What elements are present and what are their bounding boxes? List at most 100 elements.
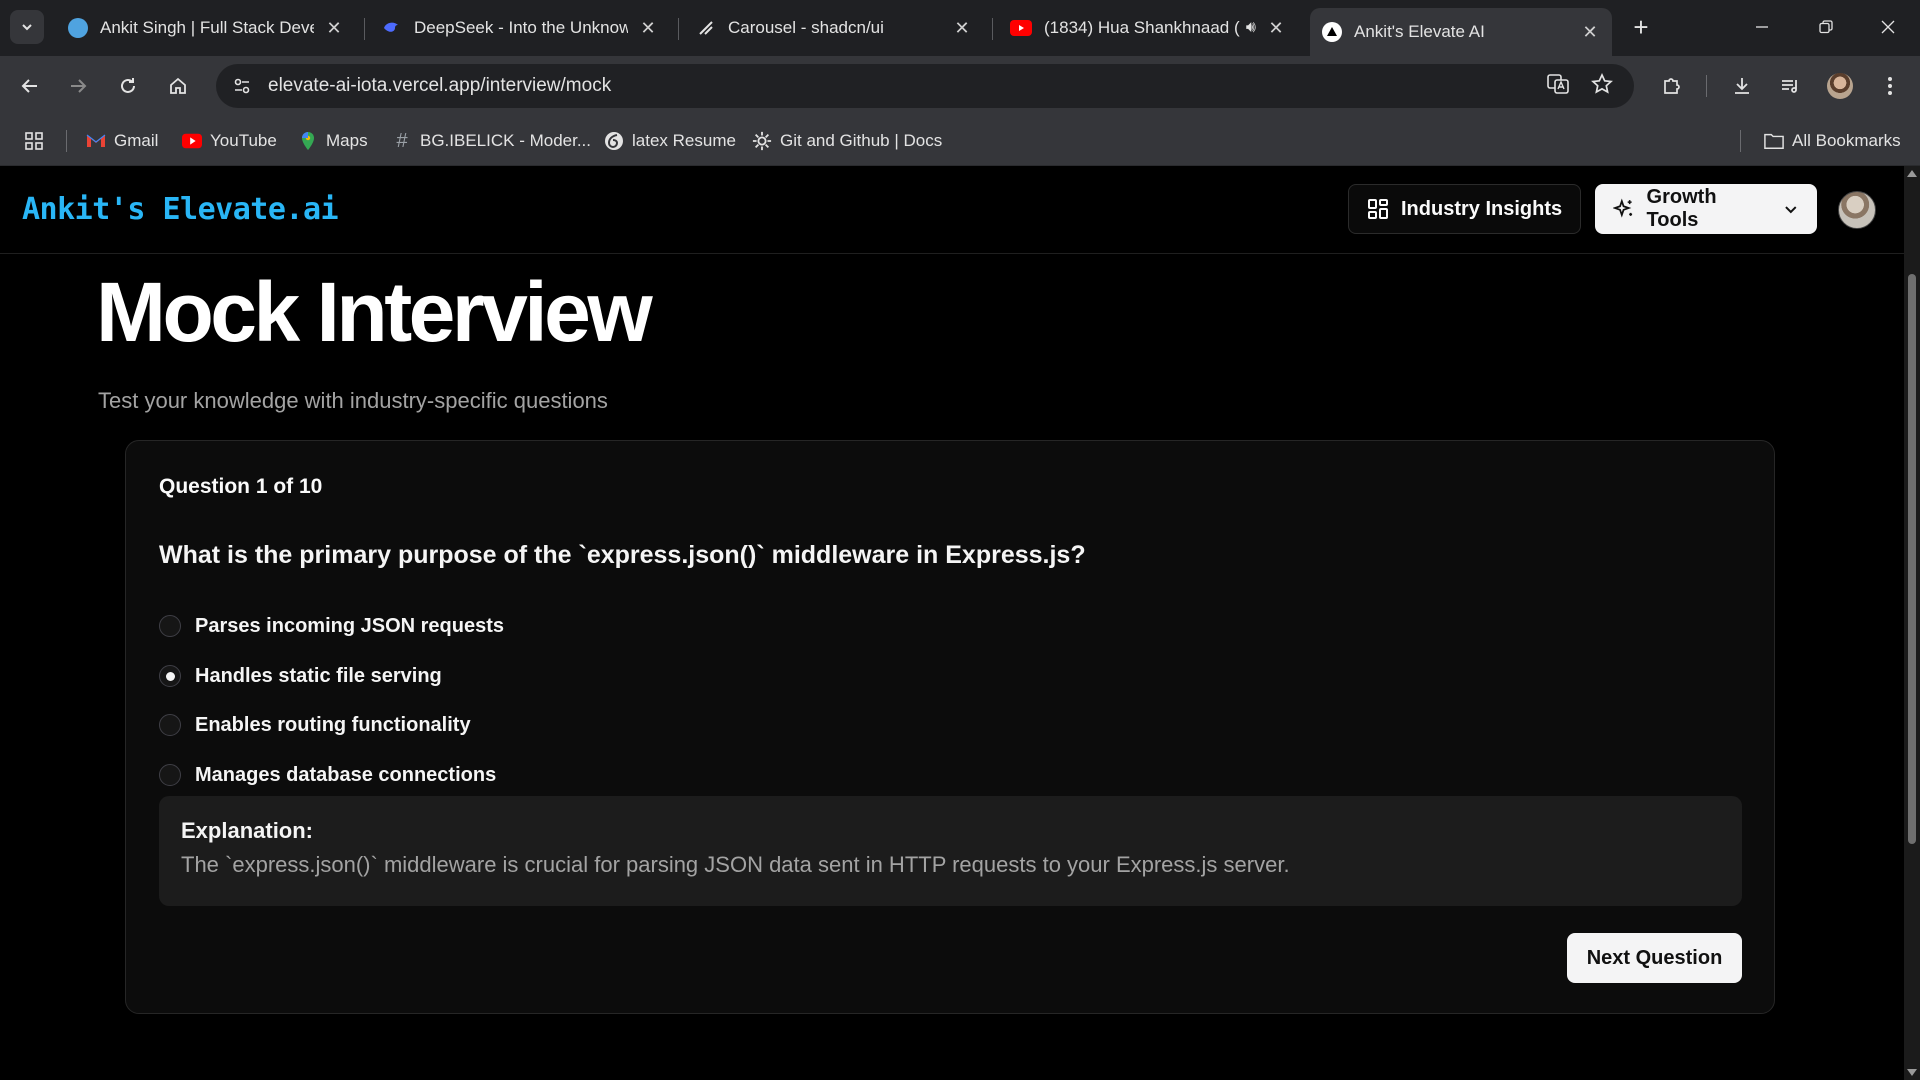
vercel-icon	[1322, 22, 1342, 42]
all-bookmarks-button[interactable]: All Bookmarks	[1764, 128, 1901, 154]
tab-title: Carousel - shadcn/ui	[728, 18, 884, 37]
scroll-down-icon[interactable]	[1907, 1069, 1917, 1076]
question-counter: Question 1 of 10	[159, 475, 323, 498]
radio-button[interactable]	[159, 615, 181, 637]
chevron-down-icon	[22, 24, 32, 31]
radio-button[interactable]	[159, 714, 181, 736]
bookmark-label: BG.IBELICK - Moder...	[420, 131, 592, 150]
question-text: What is the primary purpose of the `expr…	[159, 541, 1086, 569]
explanation-title: Explanation:	[181, 818, 314, 843]
reload-button[interactable]	[110, 68, 146, 104]
tab-divider	[992, 18, 993, 40]
hash-icon: #	[396, 129, 408, 152]
site-info-icon[interactable]	[220, 64, 264, 108]
browser-toolbar: elevate-ai-iota.vercel.app/interview/moc…	[0, 56, 1920, 116]
industry-insights-label: Industry Insights	[1401, 197, 1563, 220]
bookmarks-bar: Gmail YouTube Maps # BG.IBELICK - Moder.…	[0, 116, 1920, 166]
apps-grid-icon	[25, 132, 43, 150]
tab-divider	[678, 18, 679, 40]
back-button[interactable]	[12, 68, 48, 104]
star-icon[interactable]	[1590, 72, 1614, 101]
close-icon[interactable]: ✕	[952, 18, 972, 38]
media-control-button[interactable]	[1772, 68, 1808, 104]
overleaf-icon	[604, 131, 624, 151]
bookmark-maps[interactable]: Maps	[298, 128, 368, 154]
growth-tools-button[interactable]: Growth Tools	[1595, 184, 1817, 234]
next-question-button[interactable]: Next Question	[1567, 933, 1742, 983]
close-icon[interactable]: ✕	[324, 18, 344, 38]
page-scrollbar[interactable]	[1904, 166, 1920, 1080]
home-button[interactable]	[160, 68, 196, 104]
translate-icon[interactable]	[1546, 72, 1570, 101]
close-icon[interactable]: ✕	[1266, 18, 1286, 38]
explanation-box: Explanation: The `express.json()` middle…	[159, 796, 1742, 906]
media-queue-icon	[1782, 80, 1797, 93]
shadcn-icon	[696, 18, 716, 38]
site-header: Ankit's Elevate.ai Industry Insights Gro…	[0, 166, 1904, 254]
tab-search-button[interactable]	[10, 10, 44, 44]
speaker-icon[interactable]: 🔊︎	[1246, 19, 1256, 37]
deepseek-icon	[382, 18, 402, 38]
gear-icon	[752, 131, 772, 151]
tab-deepseek[interactable]: DeepSeek - Into the Unknown ✕	[370, 8, 670, 48]
option-label: Enables routing functionality	[195, 713, 471, 736]
address-bar[interactable]: elevate-ai-iota.vercel.app/interview/moc…	[216, 64, 1634, 108]
bookmark-gmail[interactable]: Gmail	[86, 128, 158, 154]
bookmark-git-github[interactable]: Git and Github | Docs	[752, 128, 942, 154]
answer-option[interactable]: Parses incoming JSON requests	[159, 611, 504, 641]
site-logo[interactable]: Ankit's Elevate.ai	[22, 192, 339, 227]
option-label: Handles static file serving	[195, 664, 442, 687]
explanation-text: The `express.json()` middleware is cruci…	[181, 852, 1290, 877]
youtube-icon	[182, 131, 202, 151]
close-icon[interactable]: ✕	[638, 18, 658, 38]
industry-insights-button[interactable]: Industry Insights	[1348, 184, 1582, 234]
arrow-left-icon	[21, 79, 37, 93]
new-tab-button[interactable]: +	[1626, 12, 1656, 42]
bookmark-bg-ibelick[interactable]: # BG.IBELICK - Moder...	[392, 128, 591, 154]
url-text: elevate-ai-iota.vercel.app/interview/moc…	[268, 75, 612, 96]
profile-button[interactable]	[1822, 68, 1858, 104]
folder-icon	[1764, 131, 1784, 151]
page-title: Mock Interview	[96, 265, 653, 359]
menu-button[interactable]	[1872, 68, 1908, 104]
bookmark-label: latex Resume	[632, 131, 736, 150]
close-window-button[interactable]	[1868, 10, 1908, 44]
page-subtitle: Test your knowledge with industry-specif…	[98, 388, 608, 413]
bookmark-label: Gmail	[114, 131, 159, 150]
reload-icon	[121, 78, 135, 93]
puzzle-icon	[1664, 78, 1680, 94]
tab-title: (1834) Hua Shankhnaad (	[1044, 18, 1240, 37]
apps-button[interactable]	[24, 128, 44, 154]
arrow-right-icon	[71, 79, 87, 93]
answer-option-selected[interactable]: Handles static file serving	[159, 661, 442, 691]
forward-button[interactable]	[60, 68, 96, 104]
profile-avatar-icon	[1827, 73, 1853, 99]
answer-option[interactable]: Enables routing functionality	[159, 710, 471, 740]
minimize-button[interactable]	[1742, 10, 1782, 44]
tab-title: DeepSeek - Into the Unknown	[414, 18, 628, 37]
scroll-up-icon[interactable]	[1907, 170, 1917, 177]
tab-shadcn[interactable]: Carousel - shadcn/ui ✕	[684, 8, 984, 48]
answer-option[interactable]: Manages database connections	[159, 760, 496, 790]
tab-portfolio[interactable]: Ankit Singh | Full Stack Develo ✕	[56, 8, 356, 48]
restore-icon	[1819, 20, 1833, 34]
radio-button-checked[interactable]	[159, 665, 181, 687]
scrollbar-thumb[interactable]	[1908, 274, 1916, 844]
downloads-button[interactable]	[1724, 68, 1760, 104]
bookmark-latex-resume[interactable]: latex Resume	[604, 128, 736, 154]
bookmark-divider	[1740, 130, 1741, 152]
restore-button[interactable]	[1806, 10, 1846, 44]
extensions-button[interactable]	[1654, 68, 1690, 104]
tab-divider	[364, 18, 365, 40]
browser-tab-bar: Ankit Singh | Full Stack Develo ✕ DeepSe…	[0, 0, 1920, 56]
option-label: Parses incoming JSON requests	[195, 614, 505, 637]
close-icon	[1881, 20, 1895, 34]
close-icon[interactable]: ✕	[1580, 22, 1600, 42]
tab-youtube[interactable]: (1834) Hua Shankhnaad ( 🔊︎ ✕	[998, 8, 1298, 48]
growth-tools-label: Growth Tools	[1646, 186, 1717, 231]
user-avatar[interactable]	[1838, 191, 1876, 229]
download-icon	[1735, 78, 1749, 94]
bookmark-youtube[interactable]: YouTube	[182, 128, 277, 154]
radio-button[interactable]	[159, 764, 181, 786]
tab-elevate-active[interactable]: Ankit's Elevate AI ✕	[1310, 8, 1612, 56]
